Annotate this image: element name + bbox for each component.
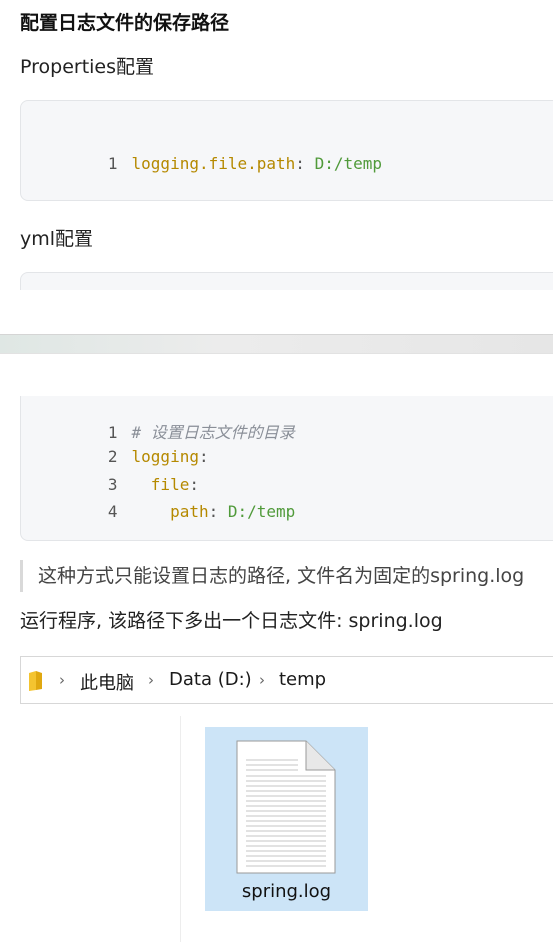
yml-code-block: 1 # 设置日志文件的目录 2 logging: 3 file: 4 path: D… bbox=[20, 396, 553, 541]
note-quote: 这种方式只能设置日志的路径, 文件名为固定的spring.log bbox=[20, 560, 524, 592]
chevron-right-icon[interactable]: › bbox=[259, 671, 265, 689]
pane-divider bbox=[180, 716, 181, 942]
chevron-right-icon[interactable]: › bbox=[148, 671, 154, 689]
explorer-address-bar[interactable]: › 此电脑 › Data (D:) › temp bbox=[20, 656, 553, 704]
code-line: 1 logging.file.path: D:/temp bbox=[67, 135, 382, 192]
breadcrumb-this-pc[interactable]: 此电脑 bbox=[80, 669, 134, 695]
properties-code-block: 1 logging.file.path: D:/temp bbox=[20, 100, 553, 201]
yml-label: yml配置 bbox=[20, 228, 94, 250]
code-separator: : bbox=[295, 154, 305, 173]
breadcrumb-drive[interactable]: Data (D:) bbox=[169, 669, 252, 690]
code-key: logging.file.path bbox=[131, 154, 296, 173]
properties-label: Properties配置 bbox=[20, 56, 155, 78]
line-number: 4 bbox=[107, 502, 118, 521]
section-heading: 配置日志文件的保存路径 bbox=[20, 12, 230, 34]
chevron-right-icon[interactable]: › bbox=[59, 671, 65, 689]
code-separator: : bbox=[208, 502, 219, 521]
run-text: 运行程序, 该路径下多出一个日志文件: spring.log bbox=[20, 610, 443, 632]
code-line: 4 path: D:/temp bbox=[67, 483, 295, 540]
breadcrumb-temp[interactable]: temp bbox=[279, 669, 326, 690]
page-separator bbox=[0, 334, 553, 354]
text-file-icon bbox=[236, 740, 336, 878]
code-value: D:/temp bbox=[227, 502, 296, 521]
code-key: path bbox=[170, 502, 209, 521]
code-value: D:/temp bbox=[314, 154, 383, 173]
folder-icon bbox=[27, 670, 45, 696]
code-separator: : bbox=[198, 447, 209, 466]
page-break-cover bbox=[0, 290, 553, 334]
line-number: 1 bbox=[107, 154, 118, 173]
file-name-label: spring.log bbox=[241, 881, 332, 902]
